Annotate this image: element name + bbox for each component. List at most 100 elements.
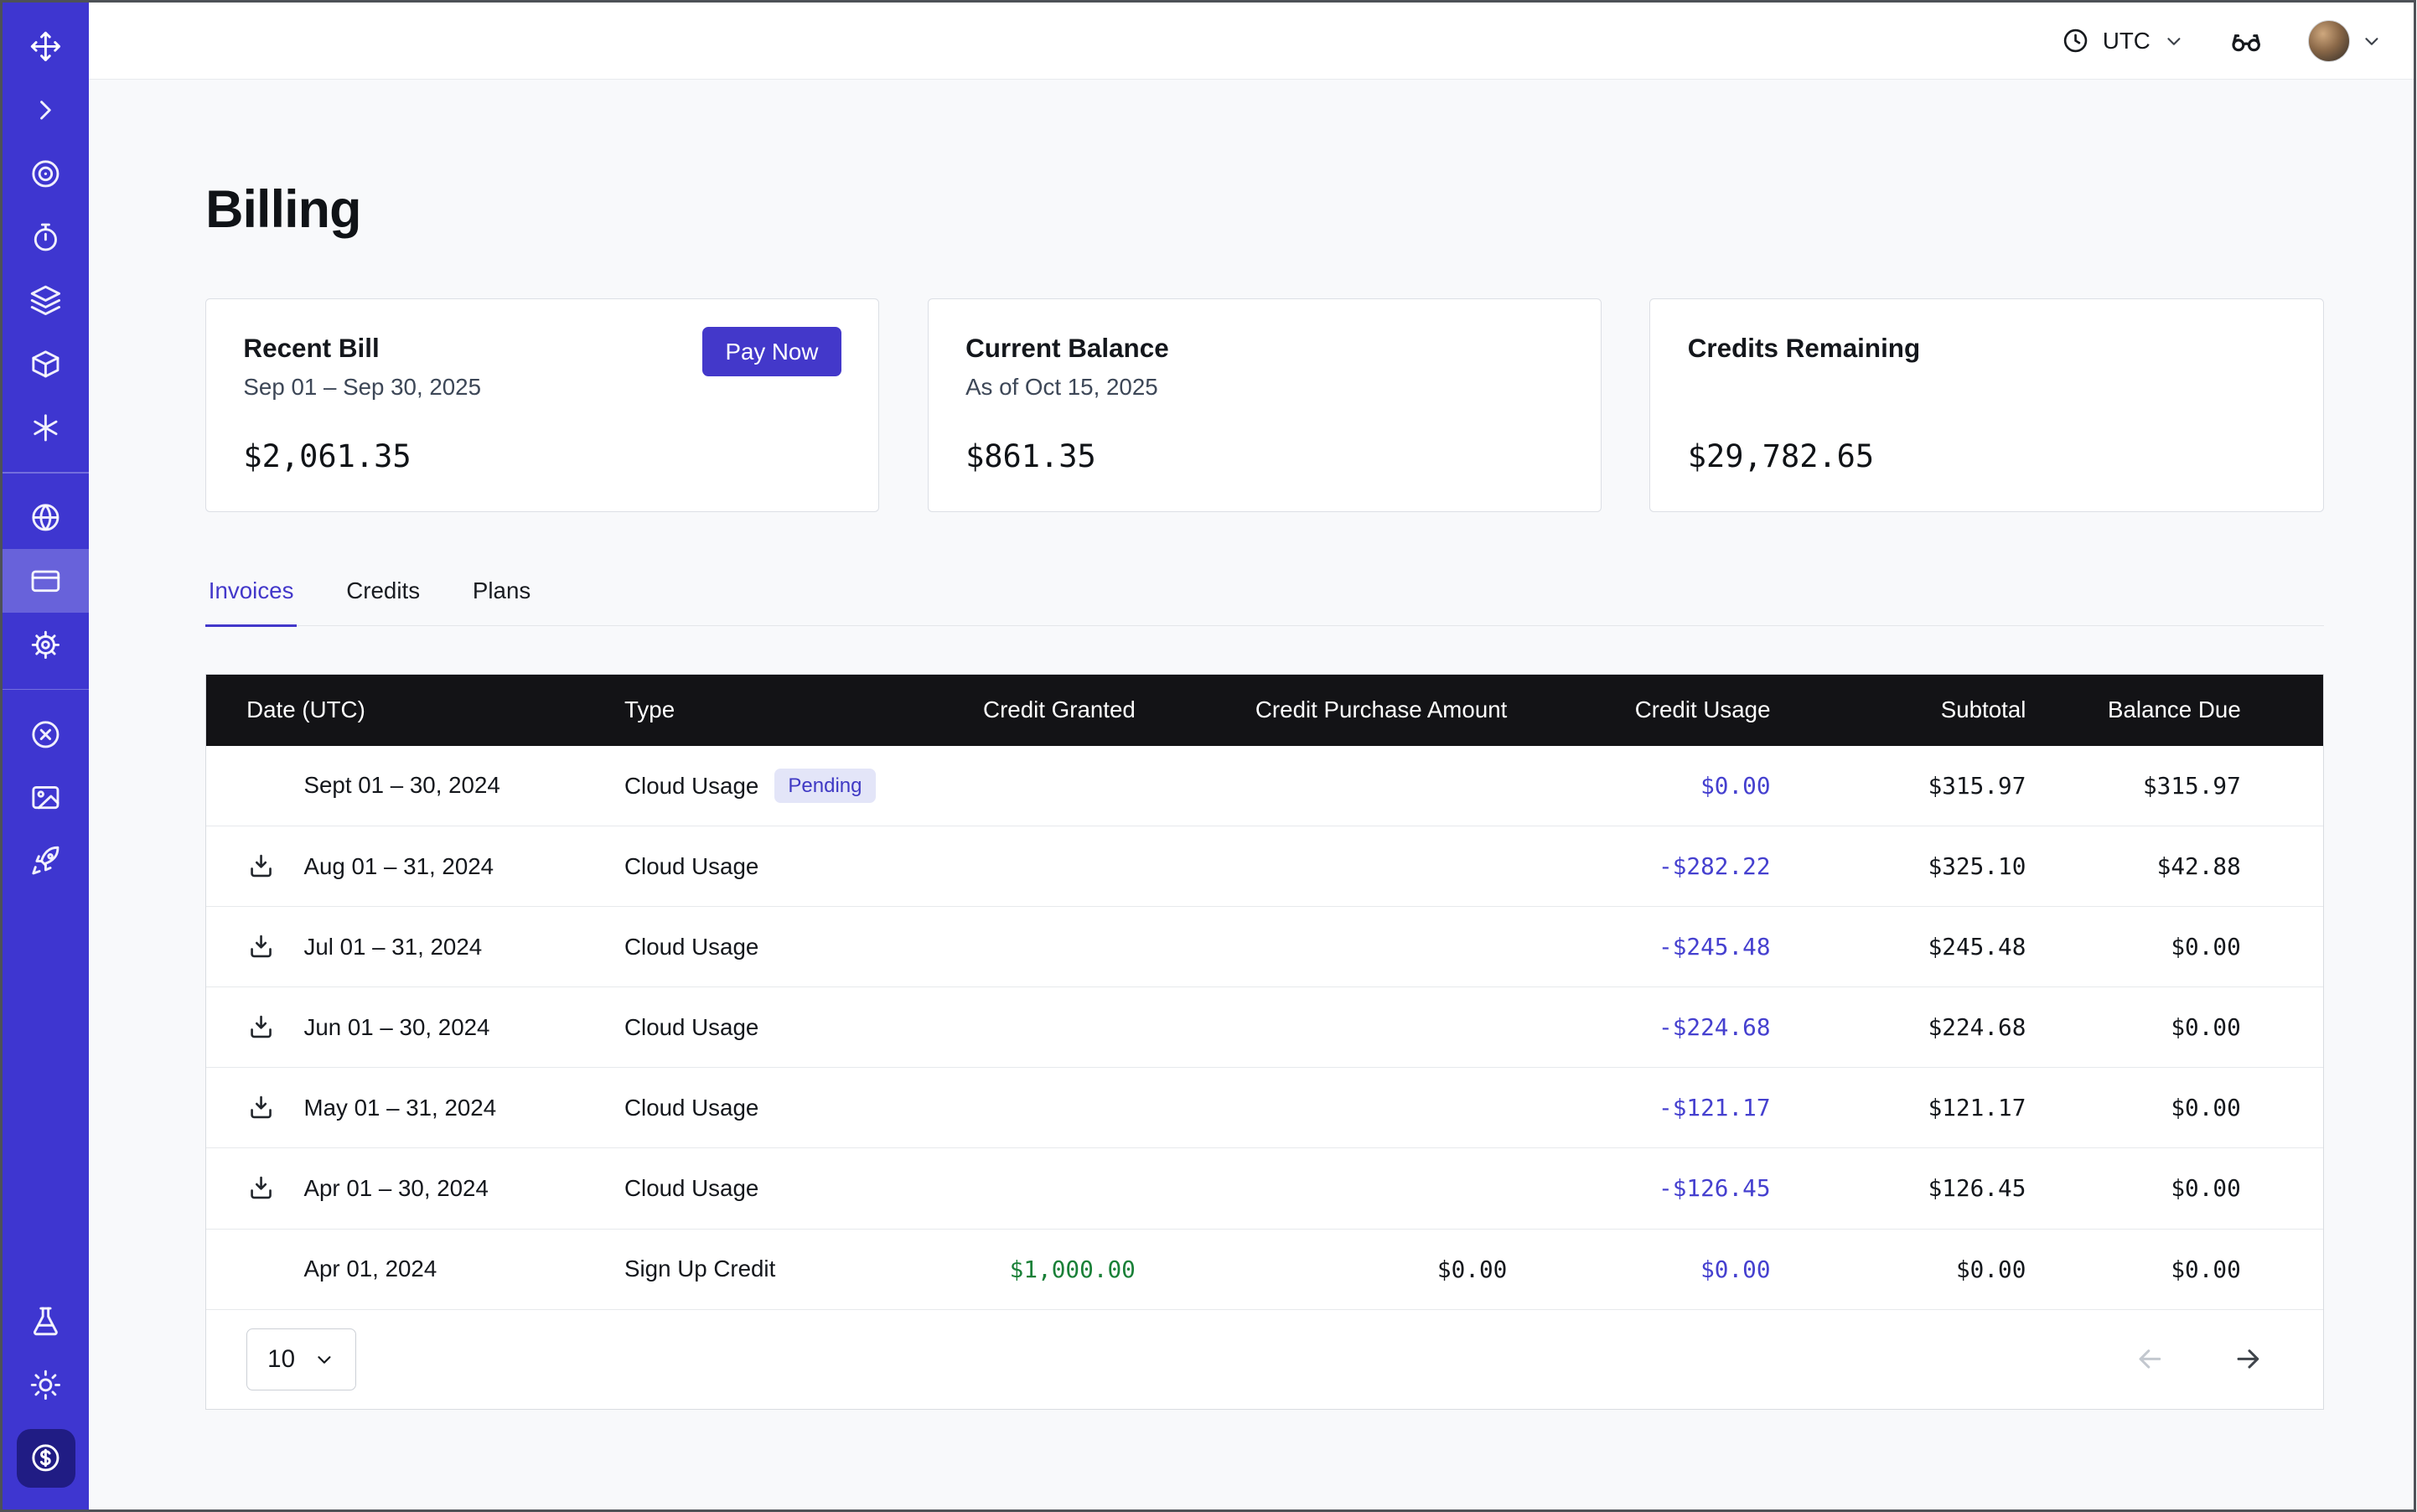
globe-icon[interactable] <box>3 486 89 550</box>
avatar <box>2308 20 2350 62</box>
chevron-down-icon <box>2163 30 2185 52</box>
page-size-value: 10 <box>267 1345 295 1374</box>
column-header-type: Type <box>624 696 903 723</box>
balance-due: $315.97 <box>2026 772 2322 800</box>
page-size-select[interactable]: 10 <box>246 1328 356 1390</box>
table-row: Jun 01 – 30, 2024 Cloud Usage -$224.68 $… <box>206 987 2323 1068</box>
balance-due: $0.00 <box>2026 1256 2322 1283</box>
app-window: UTC Billing Recent Bill Sep 01 – Sep 30,… <box>0 0 2416 1512</box>
current-balance-card: Current Balance As of Oct 15, 2025 $861.… <box>928 298 1602 512</box>
current-balance-amount: $861.35 <box>965 438 1096 474</box>
credit-purchase-amount: $0.00 <box>1136 1256 1508 1283</box>
column-header-credit-granted: Credit Granted <box>903 696 1136 723</box>
credit-usage: $0.00 <box>1507 1256 1770 1283</box>
column-header-credit-usage: Credit Usage <box>1507 696 1770 723</box>
credit-usage: -$245.48 <box>1507 933 1770 961</box>
flask-icon[interactable] <box>3 1289 89 1353</box>
page-title: Billing <box>205 179 2324 240</box>
download-invoice-button[interactable] <box>246 852 303 881</box>
arrow-left-icon <box>2134 1343 2166 1375</box>
table-row: Sept 01 – 30, 2024 Cloud Usage Pending $… <box>206 746 2323 826</box>
pay-now-button[interactable]: Pay Now <box>702 327 841 376</box>
card-title: Credits Remaining <box>1688 334 1920 364</box>
subtotal: $224.68 <box>1771 1013 2026 1041</box>
subtotal: $121.17 <box>1771 1094 2026 1121</box>
credit-usage: -$121.17 <box>1507 1094 1770 1121</box>
image-icon[interactable] <box>3 766 89 830</box>
layers-icon[interactable] <box>3 269 89 333</box>
compass-icon[interactable] <box>3 15 89 79</box>
glasses-icon[interactable] <box>2228 23 2264 60</box>
invoice-date: Apr 01 – 30, 2024 <box>304 1175 489 1202</box>
chevron-down-icon <box>313 1349 335 1370</box>
invoice-date: Sept 01 – 30, 2024 <box>304 772 500 799</box>
credit-usage: $0.00 <box>1507 772 1770 800</box>
column-header-credit-purchase: Credit Purchase Amount <box>1136 696 1508 723</box>
table-row: Aug 01 – 31, 2024 Cloud Usage -$282.22 $… <box>206 826 2323 907</box>
dollar-circle-icon[interactable] <box>17 1429 75 1488</box>
collapse-sidebar-button[interactable] <box>3 79 89 142</box>
invoice-type: Cloud Usage <box>624 1175 758 1202</box>
circle-x-icon[interactable] <box>3 702 89 766</box>
column-header-balance-due: Balance Due <box>2026 696 2322 723</box>
subtotal: $315.97 <box>1771 772 2026 800</box>
sidebar-item-billing[interactable] <box>3 549 89 613</box>
clock-icon <box>2061 26 2090 55</box>
card-title: Recent Bill <box>243 334 481 364</box>
credit-granted: $1,000.00 <box>903 1256 1136 1283</box>
timezone-selector[interactable]: UTC <box>2061 26 2185 55</box>
sun-icon[interactable] <box>3 1353 89 1416</box>
subtotal: $325.10 <box>1771 852 2026 880</box>
invoice-date: Aug 01 – 31, 2024 <box>304 853 494 880</box>
download-invoice-button[interactable] <box>246 1012 303 1042</box>
tab-credits[interactable]: Credits <box>344 577 423 625</box>
stopwatch-icon[interactable] <box>3 205 89 269</box>
prev-page-button[interactable] <box>2134 1343 2166 1375</box>
asterisk-icon[interactable] <box>3 396 89 459</box>
invoice-type: Cloud Usage <box>624 773 758 800</box>
invoice-date: May 01 – 31, 2024 <box>304 1095 497 1121</box>
package-icon[interactable] <box>3 333 89 396</box>
tab-plans[interactable]: Plans <box>469 577 534 625</box>
credit-usage: -$126.45 <box>1507 1174 1770 1202</box>
balance-due: $0.00 <box>2026 1013 2322 1041</box>
credit-usage: -$224.68 <box>1507 1013 1770 1041</box>
invoice-type: Cloud Usage <box>624 934 758 961</box>
column-header-subtotal: Subtotal <box>1771 696 2026 723</box>
subtotal: $245.48 <box>1771 933 2026 961</box>
download-invoice-button[interactable] <box>246 932 303 961</box>
table-header: Date (UTC) Type Credit Granted Credit Pu… <box>206 675 2323 746</box>
summary-cards: Recent Bill Sep 01 – Sep 30, 2025 Pay No… <box>205 298 2324 512</box>
invoice-type: Cloud Usage <box>624 1095 758 1121</box>
download-icon <box>246 1012 276 1042</box>
invoice-type: Sign Up Credit <box>624 1256 775 1282</box>
credits-remaining-amount: $29,782.65 <box>1688 438 1874 474</box>
table-footer: 10 <box>206 1310 2323 1409</box>
download-invoice-button[interactable] <box>246 1173 303 1203</box>
account-menu[interactable] <box>2308 20 2383 62</box>
billing-page: Billing Recent Bill Sep 01 – Sep 30, 202… <box>89 80 2413 1509</box>
topbar: UTC <box>89 3 2413 80</box>
radar-icon[interactable] <box>3 142 89 205</box>
gear-icon[interactable] <box>3 613 89 676</box>
subtotal: $0.00 <box>1771 1256 2026 1283</box>
next-page-button[interactable] <box>2232 1343 2264 1375</box>
table-row: May 01 – 31, 2024 Cloud Usage -$121.17 $… <box>206 1068 2323 1148</box>
sidebar-divider <box>3 472 89 474</box>
invoice-date: Jun 01 – 30, 2024 <box>304 1014 490 1041</box>
credit-usage: -$282.22 <box>1507 852 1770 880</box>
recent-bill-card: Recent Bill Sep 01 – Sep 30, 2025 Pay No… <box>205 298 879 512</box>
download-icon <box>246 852 276 881</box>
balance-due: $0.00 <box>2026 1174 2322 1202</box>
tab-invoices[interactable]: Invoices <box>205 577 297 627</box>
credits-remaining-card: Credits Remaining $29,782.65 <box>1649 298 2323 512</box>
billing-period: Sep 01 – Sep 30, 2025 <box>243 374 481 401</box>
balance-due: $0.00 <box>2026 933 2322 961</box>
arrow-right-icon <box>2232 1343 2264 1375</box>
rocket-icon[interactable] <box>3 830 89 893</box>
table-row: Jul 01 – 31, 2024 Cloud Usage -$245.48 $… <box>206 907 2323 987</box>
download-invoice-button[interactable] <box>246 1093 303 1122</box>
invoice-date: Jul 01 – 31, 2024 <box>304 934 483 961</box>
sidebar <box>3 3 89 1509</box>
card-title: Current Balance <box>965 334 1169 364</box>
